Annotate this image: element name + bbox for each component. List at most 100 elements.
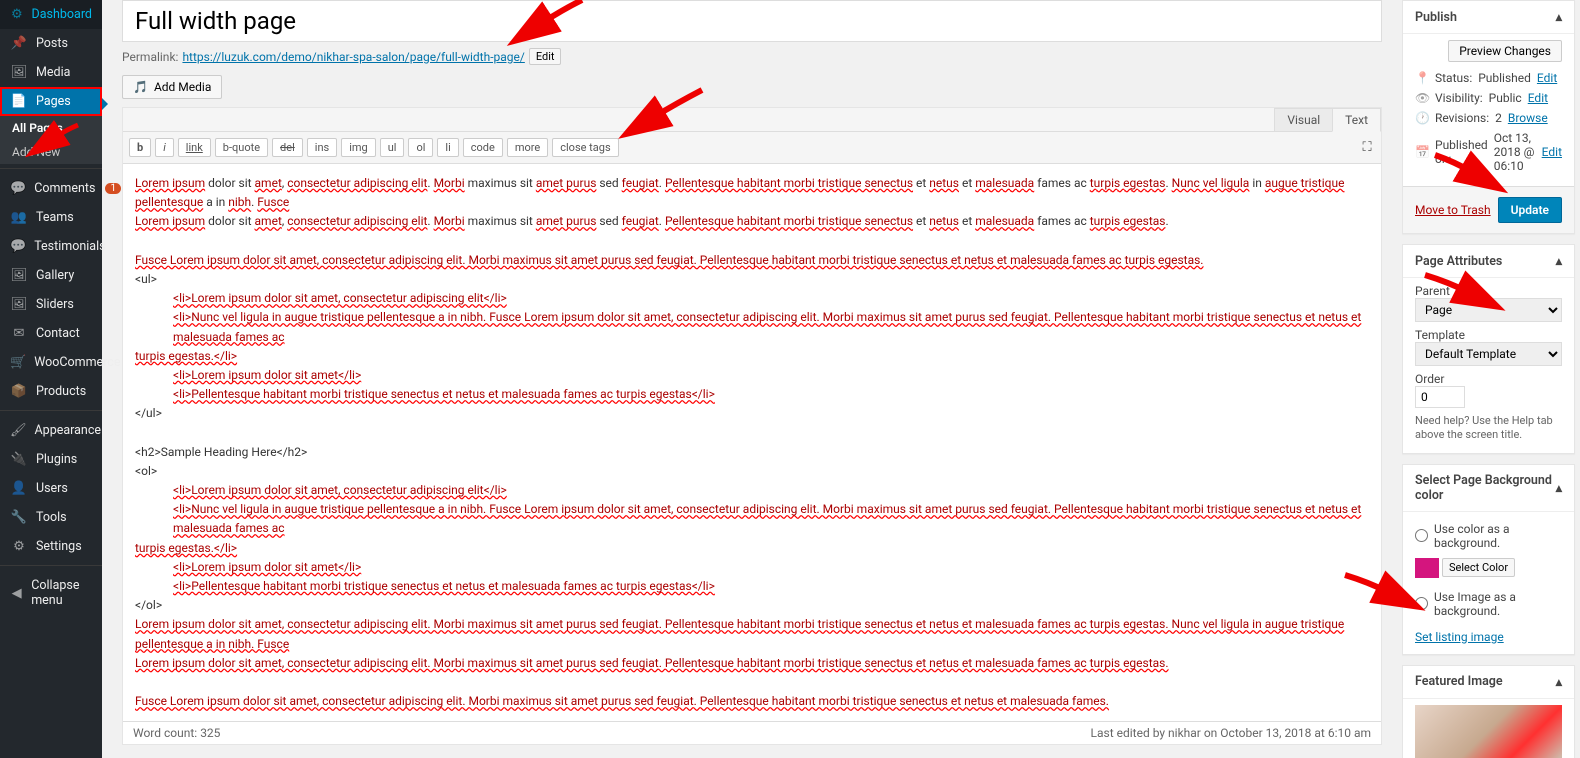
bg-color-radio[interactable]: Use color as a background. [1415,518,1562,554]
qt-close[interactable]: close tags [552,138,618,157]
permalink-url[interactable]: https://luzuk.com/demo/nikhar-spa-salon/… [182,50,524,64]
eye-icon: 👁 [1415,91,1429,105]
template-label: Template [1415,328,1562,342]
qt-bquote[interactable]: b-quote [215,138,268,157]
qt-code[interactable]: code [463,138,503,157]
menu-icon: 💬 [10,181,26,196]
visibility-edit-link[interactable]: Edit [1528,91,1548,105]
menu-label: Gallery [36,268,74,283]
fullscreen-icon[interactable]: ⛶ [1359,140,1375,156]
toggle-icon: ▴ [1556,480,1562,496]
revisions-browse-link[interactable]: Browse [1508,111,1548,125]
parent-label: Parent [1415,284,1562,298]
sidebar-item-dashboard[interactable]: ⚙ Dashboard [0,0,102,29]
qt-i[interactable]: i [155,138,174,157]
status-edit-link[interactable]: Edit [1537,71,1557,85]
sidebar-item-comments[interactable]: 💬Comments1 [0,174,102,203]
main-content: Permalink: https://luzuk.com/demo/nikhar… [102,0,1402,758]
admin-sidebar: ⚙ Dashboard 📌Posts🖼Media📄PagesAll PagesAdd… [0,0,102,758]
preview-button[interactable]: Preview Changes [1448,40,1562,62]
menu-icon: 👤 [10,481,28,496]
set-listing-image-link[interactable]: Set listing image [1415,630,1504,644]
menu-label: Plugins [36,452,77,467]
sidebar-item-collapse-menu[interactable]: ◀Collapse menu [0,571,102,615]
featured-image-heading[interactable]: Featured Image▴ [1403,666,1574,699]
sidebar-item-media[interactable]: 🖼Media [0,58,102,87]
select-color-button[interactable]: Select Color [1442,558,1515,577]
content-textarea[interactable]: Lorem ipsum dolor sit amet, consectetur … [123,164,1381,721]
sidebar-sub-all-pages[interactable]: All Pages [0,116,102,140]
qt-link[interactable]: link [178,138,211,157]
menu-icon: 📦 [10,384,28,399]
color-swatch [1415,558,1439,578]
order-input[interactable] [1415,386,1465,408]
menu-icon: 💬 [10,239,26,254]
page-attributes-box: Page Attributes▴ Parent Page Template De… [1402,244,1575,454]
publish-heading[interactable]: Publish▴ [1403,1,1574,34]
toggle-icon: ▴ [1556,9,1562,25]
menu-label: Dashboard [32,7,92,22]
published-edit-link[interactable]: Edit [1542,145,1562,159]
bg-image-radio[interactable]: Use Image as a background. [1415,586,1562,622]
qt-more[interactable]: more [507,138,548,157]
menu-label: Settings [36,539,82,554]
sidebar-item-settings[interactable]: ⚙ Settings [0,532,102,561]
sidebar-item-products[interactable]: 📦Products [0,377,102,406]
qt-ins[interactable]: ins [307,138,337,157]
sidebar-sub-add-new[interactable]: Add New [0,140,102,164]
featured-image-box: Featured Image▴ Click the image to edit … [1402,665,1575,758]
qt-img[interactable]: img [341,138,376,157]
menu-label: Users [36,481,68,496]
page-attributes-heading[interactable]: Page Attributes▴ [1403,245,1574,278]
sidebar-item-teams[interactable]: 👥Teams [0,203,102,232]
menu-icon: 📄 [10,94,28,109]
page-title-input[interactable] [122,0,1382,42]
menu-label: Testimonials [34,239,105,254]
order-label: Order [1415,372,1562,386]
featured-image-thumb[interactable] [1415,705,1562,758]
meta-sidebar: Publish▴ Preview Changes 📍Status: Publis… [1402,0,1580,758]
menu-icon: 🔌 [10,452,28,467]
template-select[interactable]: Default Template [1415,342,1562,366]
word-count-label: Word count: [133,726,200,740]
sidebar-item-woocommerce[interactable]: 🛒WooCommerce [0,348,102,377]
qt-del[interactable]: del [272,138,303,157]
sidebar-item-sliders[interactable]: 🖼Sliders [0,290,102,319]
background-box: Select Page Background color▴ Use color … [1402,464,1575,655]
sidebar-item-plugins[interactable]: 🔌 Plugins [0,445,102,474]
sidebar-item-contact[interactable]: ✉Contact [0,319,102,348]
add-media-button[interactable]: 🎵Add Media [122,75,222,99]
menu-icon: 🖼 [10,268,28,283]
menu-icon: ⚙ [10,539,28,554]
menu-icon: 👥 [10,210,28,225]
menu-icon: 📌 [10,36,28,51]
move-to-trash-link[interactable]: Move to Trash [1415,203,1491,217]
sidebar-item-testimonials[interactable]: 💬 Testimonials [0,232,102,261]
permalink-label: Permalink: [122,50,178,64]
rev-icon: 🕐 [1415,111,1429,125]
sidebar-item-tools[interactable]: 🔧Tools [0,503,102,532]
sidebar-item-appearance[interactable]: 🖌 Appearance [0,416,102,445]
parent-select[interactable]: Page [1415,298,1562,322]
media-icon: 🎵 [133,80,148,94]
menu-icon: 🖌 [10,423,27,438]
sidebar-item-posts[interactable]: 📌Posts [0,29,102,58]
menu-label: Contact [36,326,80,341]
qt-b[interactable]: b [129,138,151,157]
qt-li[interactable]: li [437,138,458,157]
sidebar-item-gallery[interactable]: 🖼 Gallery [0,261,102,290]
qt-ol[interactable]: ol [408,138,433,157]
sidebar-item-pages[interactable]: 📄Pages [0,87,102,116]
quicktags-toolbar: b i link b-quote del ins img ul ol li co… [123,132,1381,164]
sidebar-item-users[interactable]: 👤 Users [0,474,102,503]
tab-visual[interactable]: Visual [1274,108,1333,131]
update-button[interactable]: Update [1498,197,1562,223]
menu-label: Sliders [36,297,74,312]
tab-text[interactable]: Text [1332,108,1381,132]
background-heading[interactable]: Select Page Background color▴ [1403,465,1574,512]
permalink-edit-button[interactable]: Edit [529,48,562,65]
menu-label: Appearance [35,423,102,438]
qt-ul[interactable]: ul [380,138,405,157]
last-edited: Last edited by nikhar on October 13, 201… [1091,726,1371,740]
menu-icon: ⚙ [10,7,24,22]
